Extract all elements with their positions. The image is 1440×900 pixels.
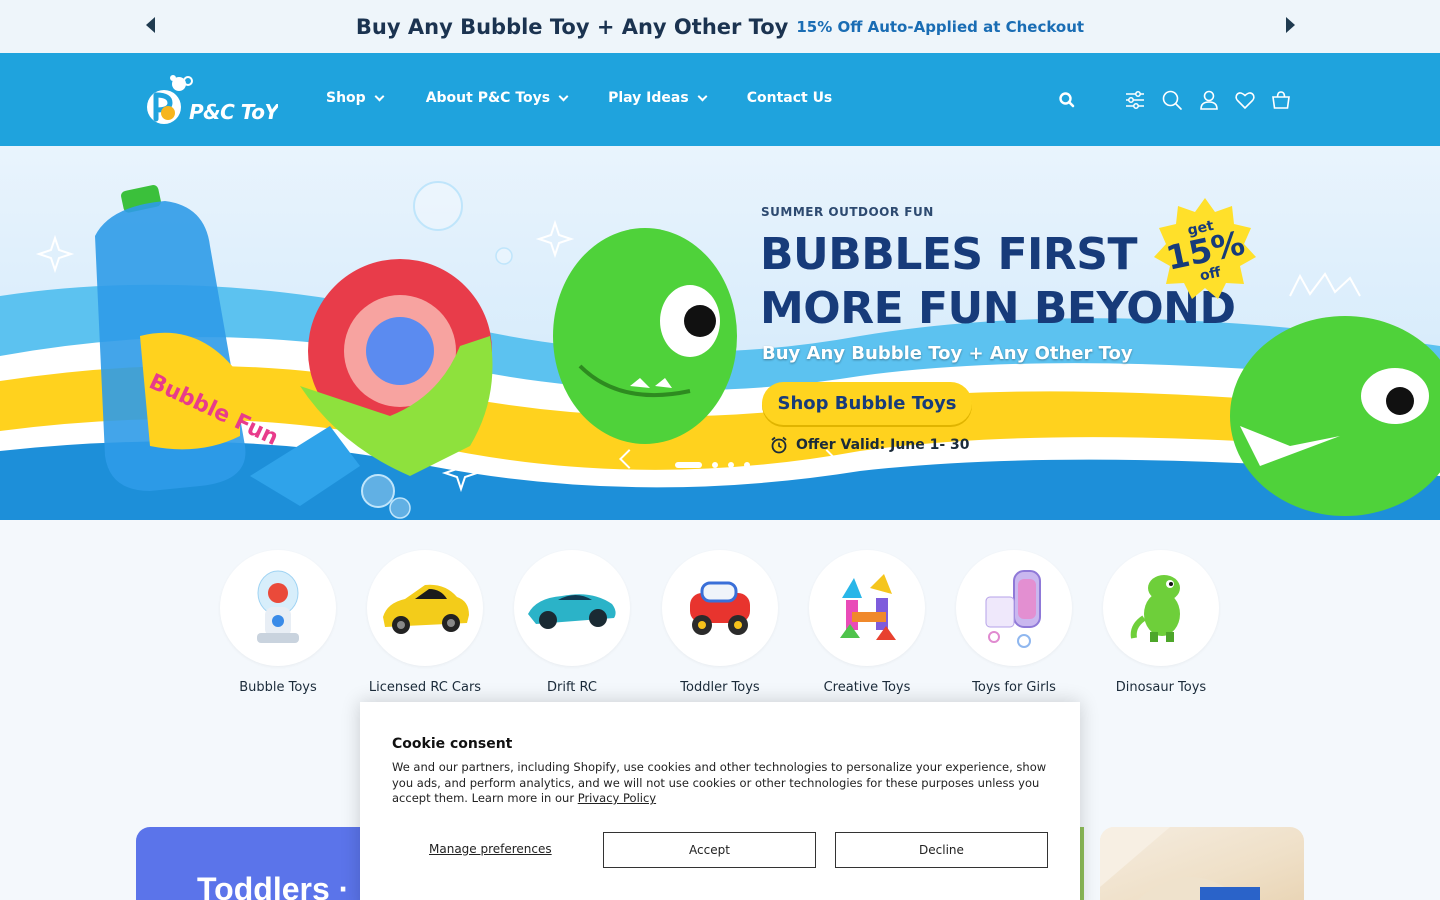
accept-button[interactable]: Accept [603,832,816,868]
nav-play-ideas[interactable]: Play Ideas [608,90,708,106]
cookie-body: We and our partners, including Shopify, … [392,760,1052,807]
search-icon[interactable] [1058,91,1076,109]
filter-icon[interactable] [1124,89,1146,111]
nav-play-ideas-label: Play Ideas [608,90,689,106]
category-image [220,550,336,666]
search-icon[interactable] [1161,89,1183,111]
announcement-sub-text: 15% Off Auto-Applied at Checkout [796,17,1085,36]
slider-dots [675,462,750,468]
announcement-bar: Buy Any Bubble Toy + Any Other Toy 15% O… [0,0,1440,53]
site-logo[interactable]: P&C ToYs [144,73,291,129]
slider-dot[interactable] [675,462,702,468]
tent-promo-card[interactable] [1100,827,1304,900]
manage-preferences-link[interactable]: Manage preferences [429,842,552,856]
hero-kicker: SUMMER OUTDOOR FUN [761,205,934,219]
nav-shop-label: Shop [326,90,366,106]
shop-bubble-toys-button[interactable]: Shop Bubble Toys [762,382,972,425]
hero-offer: Offer Valid: June 1- 30 [770,436,970,454]
promo-card-edge [1080,827,1084,900]
main-nav: Shop About P&C Toys Play Ideas Contact U… [326,90,832,106]
hero-banner[interactable]: Bubble Fun SUMMER OUTDOOR FUN BUBBLES FI… [0,146,1440,520]
category-image [367,550,483,666]
category-label: Dinosaur Toys [1115,680,1207,695]
nav-about[interactable]: About P&C Toys [425,90,569,106]
nav-about-label: About P&C Toys [425,90,551,106]
category-image [514,550,630,666]
category-image [662,550,778,666]
category-image [809,550,925,666]
alarm-clock-icon [771,436,787,454]
slider-dot[interactable] [728,462,734,468]
announcement-main-text: Buy Any Bubble Toy + Any Other Toy [355,14,789,39]
category-label: Creative Toys [823,680,911,695]
category-licensed-rc-cars[interactable]: Licensed RC Cars [366,550,484,695]
cookie-body-text: We and our partners, including Shopify, … [392,760,1047,805]
category-dinosaur-toys[interactable]: Dinosaur Toys [1102,550,1220,695]
category-label: Licensed RC Cars [368,680,482,695]
category-label: Toddler Toys [680,680,760,695]
category-label: Bubble Toys [239,680,317,695]
tent-promo-image [1100,827,1260,900]
category-image [956,550,1072,666]
privacy-policy-link[interactable]: Privacy Policy [578,791,656,805]
announcement-prev-icon[interactable] [146,17,155,33]
nav-contact-label: Contact Us [746,90,833,106]
decline-button[interactable]: Decline [835,832,1048,868]
nav-shop[interactable]: Shop [326,90,385,106]
category-toys-for-girls[interactable]: Toys for Girls [955,550,1073,695]
discount-badge: get 15% off [1154,198,1256,299]
logo-graphic: P&C ToYs [147,75,291,124]
announcement-next-icon[interactable] [1286,17,1295,33]
category-drift-rc[interactable]: Drift RC [513,550,631,695]
category-bubble-toys[interactable]: Bubble Toys [219,550,337,695]
category-label: Drift RC [546,680,597,695]
account-icon[interactable] [1198,89,1220,111]
category-creative-toys[interactable]: Creative Toys [808,550,926,695]
cart-icon[interactable] [1270,89,1292,111]
site-header: P&C ToYs Shop About P&C Toys Play Ideas … [0,53,1440,146]
toddlers-card-title: Toddlers · [197,871,350,900]
toddlers-promo-card[interactable]: Toddlers · [136,827,396,900]
wishlist-icon[interactable] [1234,89,1256,111]
hero-offer-text: Offer Valid: June 1- 30 [796,437,970,453]
chevron-down-icon [558,91,569,101]
slider-dot[interactable] [744,462,750,468]
nav-contact[interactable]: Contact Us [747,90,833,106]
chevron-down-icon [697,91,708,101]
category-image [1103,550,1219,666]
chevron-down-icon [374,91,385,101]
category-toddler-toys[interactable]: Toddler Toys [661,550,779,695]
cookie-consent-dialog: Cookie consent We and our partners, incl… [360,702,1080,900]
slider-dot[interactable] [712,462,718,468]
hero-subtitle: Buy Any Bubble Toy + Any Other Toy [762,343,1133,364]
logo-text: P&C ToYs [189,100,278,124]
category-label: Toys for Girls [972,680,1056,695]
cookie-title: Cookie consent [392,736,513,752]
